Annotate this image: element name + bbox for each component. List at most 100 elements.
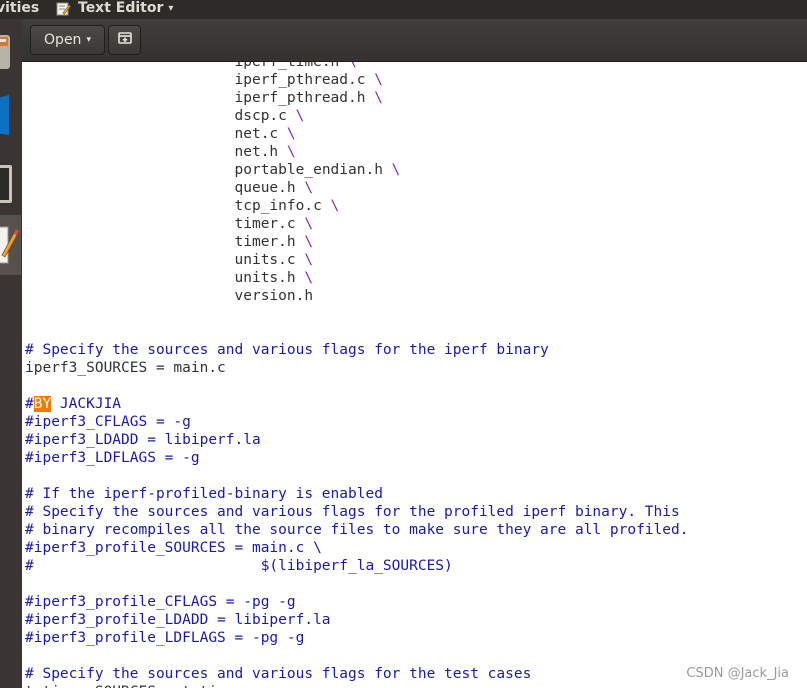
line-continuation: \ [278,144,296,160]
line-continuation: \ [339,62,357,70]
code-line: timer.c \ [25,215,688,233]
code-text: tcp_info.c [234,198,322,214]
text-editor-launcher-icon[interactable] [0,219,22,273]
code-text: # [25,396,34,412]
text-editor-area[interactable]: iperf_time.h \ iperf_pthread.c \ iperf_p… [22,62,807,688]
code-text: queue.h [234,180,296,196]
code-line: #iperf3_CFLAGS = -g [25,413,688,431]
code-line: net.h \ [25,143,688,161]
code-text: #iperf3_profile_SOURCES = main.c \ [25,540,322,556]
app-menu-label: Text Editor [78,0,164,16]
code-line: # Specify the sources and various flags … [25,503,688,521]
code-text: # Specify the sources and various flags … [25,504,680,520]
new-document-icon [117,30,133,50]
chevron-down-icon: ▾ [168,3,174,14]
code-line: #iperf3_profile_SOURCES = main.c \ [25,539,688,557]
code-text: # $(libiperf_la_SOURCES) [25,558,453,574]
chevron-down-icon: ▾ [86,35,91,45]
code-text: iperf_time.h [234,62,340,70]
code-text: timer.c [234,216,296,232]
code-text: dscp.c [234,108,287,124]
code-line: version.h [25,287,688,305]
code-text: iperf3_SOURCES = main.c [25,360,226,376]
code-line: units.c \ [25,251,688,269]
code-text: units.h [234,270,296,286]
code-text: # Specify the sources and various flags … [25,342,549,358]
code-text: #iperf3_CFLAGS = -g [25,414,191,430]
code-line: units.h \ [25,269,688,287]
activities-button[interactable]: vities [0,0,39,17]
line-continuation: \ [365,90,383,106]
line-continuation: \ [295,216,314,232]
code-text: # Specify the sources and various flags … [25,666,532,682]
code-line: #iperf3_profile_LDFLAGS = -pg -g [25,629,688,647]
code-text: iperf_pthread.c [234,72,366,88]
code-line: dscp.c \ [25,107,688,125]
line-continuation: \ [295,252,314,268]
code-line: tcp_info.c \ [25,197,688,215]
code-line: # binary recompiles all the source files… [25,521,688,539]
code-text: units.c [234,252,296,268]
code-line: iperf_time.h \ [25,62,688,71]
open-button-label: Open [44,32,82,48]
code-text: #iperf3_profile_LDADD = libiperf.la [25,612,331,628]
files-icon[interactable] [0,29,22,75]
code-text: #iperf3_profile_CFLAGS = -pg -g [25,594,296,610]
line-continuation: \ [365,72,383,88]
code-line: # Specify the sources and various flags … [25,665,688,683]
code-line: queue.h \ [25,179,688,197]
code-text: version.h [234,288,314,304]
code-text: #iperf3_LDADD = libiperf.la [25,432,261,448]
line-continuation: \ [286,108,305,124]
code-text: JACKJIA [51,396,122,412]
code-line: # Specify the sources and various flags … [25,341,688,359]
code-text: iperf_pthread.h [234,90,366,106]
open-button[interactable]: Open ▾ [30,25,105,55]
new-document-button[interactable] [108,25,141,55]
code-view[interactable]: iperf_time.h \ iperf_pthread.c \ iperf_p… [25,62,688,688]
code-text: net.h [234,144,279,160]
watermark: CSDN @Jack_Jia [686,666,789,681]
code-line: net.c \ [25,125,688,143]
code-line: timer.h \ [25,233,688,251]
code-text: portable_endian.h [234,162,383,178]
line-continuation: \ [295,180,314,196]
app-menu[interactable]: Text Editor ▾ [56,0,173,17]
top-panel: vities Text Editor ▾ [0,0,807,19]
line-continuation: \ [278,126,296,142]
text-editor-app-icon [56,2,71,16]
code-line: t_timer_SOURCES = t_timer.c [25,683,688,688]
code-line: #iperf3_profile_CFLAGS = -pg -g [25,593,688,611]
code-text: t_timer_SOURCES = t_timer.c [25,684,261,688]
code-line: iperf_pthread.h \ [25,89,688,107]
terminal-icon[interactable] [0,159,22,211]
code-text: timer.h [234,234,296,250]
line-continuation: \ [295,270,314,286]
code-text: #iperf3_LDFLAGS = -g [25,450,200,466]
header-bar: Open ▾ [22,19,807,62]
code-text: # binary recompiles all the source files… [25,522,689,538]
code-line: iperf3_SOURCES = main.c [25,359,688,377]
line-continuation: \ [295,234,314,250]
line-continuation: \ [382,162,401,178]
code-line: #iperf3_LDFLAGS = -g [25,449,688,467]
search-match-highlight: BY [33,396,52,412]
code-text: #iperf3_profile_LDFLAGS = -pg -g [25,630,305,646]
code-line: #iperf3_profile_LDADD = libiperf.la [25,611,688,629]
app-store-icon[interactable] [0,91,22,143]
code-line: # $(libiperf_la_SOURCES) [25,557,688,575]
code-line: # If the iperf-profiled-binary is enable… [25,485,688,503]
code-line: #BY JACKJIA [25,395,688,413]
code-text: net.c [234,126,279,142]
code-line: #iperf3_LDADD = libiperf.la [25,431,688,449]
launcher [0,19,23,688]
code-line: iperf_pthread.c \ [25,71,688,89]
code-line: portable_endian.h \ [25,161,688,179]
line-continuation: \ [321,198,340,214]
